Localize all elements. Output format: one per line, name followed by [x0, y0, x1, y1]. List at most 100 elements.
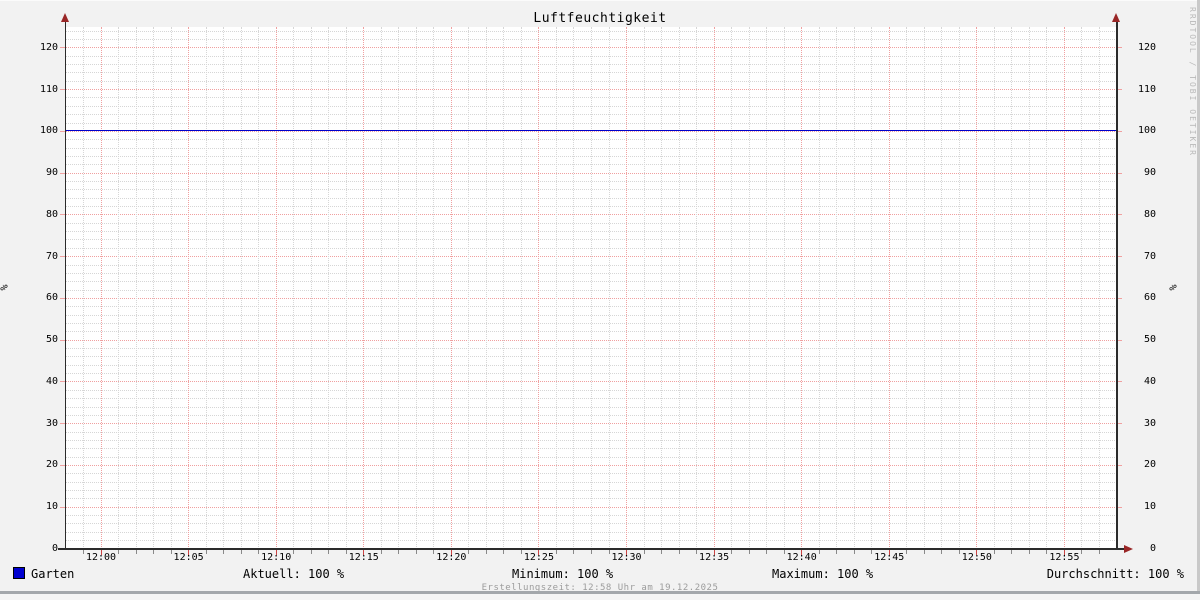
grid-line-minor-v	[958, 27, 960, 549]
grid-line-minor-v	[485, 27, 487, 549]
grid-line-minor-v	[941, 27, 943, 549]
y-axis-tick-right	[1117, 47, 1122, 49]
y-axis-tick-left	[60, 214, 65, 216]
grid-line-minor-v	[520, 27, 522, 549]
y-axis-tick-left	[60, 339, 65, 341]
y-axis-tick-label-left: 70	[45, 250, 58, 262]
x-axis-tick-label: 12:10	[261, 552, 292, 563]
y-axis-tick-label-right: 40	[1143, 375, 1156, 387]
y-axis-tick-right	[1117, 423, 1122, 425]
grid-line-major-v	[363, 27, 365, 549]
x-axis-tick-label: 12:30	[611, 552, 642, 563]
grid-line-minor-v	[1046, 27, 1048, 549]
grid-line-minor-v	[1081, 27, 1083, 549]
rrdtool-watermark: RRDTOOL / TOBI OETIKER	[1188, 7, 1197, 157]
grid-line-minor-v	[293, 27, 295, 549]
y-axis-tick-left	[60, 172, 65, 174]
y-axis-tick-left	[60, 89, 65, 91]
grid-line-minor-v	[240, 27, 242, 549]
y-axis-arrow-right-icon	[1112, 13, 1121, 22]
x-axis-tick-minor	[310, 549, 312, 554]
y-axis-tick-label-right: 50	[1143, 334, 1156, 346]
y-axis-arrow-left-icon	[60, 13, 69, 22]
y-axis-left	[64, 21, 66, 550]
x-axis-tick-minor	[1011, 549, 1013, 554]
grid-line-minor-v	[871, 27, 873, 549]
grid-line-minor-v	[380, 27, 382, 549]
y-axis-tick-right	[1117, 381, 1122, 383]
x-axis-tick-minor	[591, 549, 592, 554]
y-axis-tick-right	[1117, 172, 1122, 174]
image-bevel-top	[0, 0, 1200, 1]
x-axis-tick-label: 12:35	[699, 552, 730, 563]
x-axis-tick-label: 12:05	[173, 552, 204, 563]
x-axis-tick-label: 12:25	[523, 552, 554, 563]
y-axis-tick-label-left: 30	[45, 417, 58, 429]
grid-line-minor-v	[836, 27, 838, 549]
y-axis-tick-label-right: 120	[1137, 41, 1156, 53]
grid-line-minor-v	[170, 27, 172, 549]
grid-line-major-v	[450, 27, 452, 549]
y-axis-tick-label-left: 120	[39, 41, 58, 53]
y-axis-tick-left	[60, 506, 65, 508]
grid-line-minor-v	[1098, 27, 1100, 549]
x-axis-tick-minor	[1098, 549, 1100, 554]
y-axis-tick-right	[1117, 297, 1122, 299]
grid-line-minor-v	[1011, 27, 1013, 549]
y-axis-tick-left	[60, 130, 65, 132]
y-axis-tick-label-right: 20	[1143, 459, 1156, 471]
x-axis-tick-label: 12:00	[85, 552, 117, 563]
y-axis-tick-label-right: 80	[1143, 208, 1156, 220]
grid-line-minor-v	[643, 27, 645, 549]
grid-line-minor-v	[608, 27, 610, 549]
y-axis-tick-label-right: 0	[1149, 543, 1156, 554]
grid-line-minor-v	[591, 27, 592, 549]
grid-line-minor-v	[661, 27, 663, 549]
y-axis-tick-left	[60, 256, 65, 258]
stat-durchschnitt: Durchschnitt: 100 %	[1046, 567, 1184, 581]
grid-line-minor-v	[118, 27, 120, 549]
grid-line-major-v	[1063, 27, 1065, 549]
x-axis-tick-label: 12:15	[348, 552, 379, 563]
grid-line-major-v	[626, 27, 628, 549]
grid-line-minor-v	[153, 27, 155, 549]
y-axis-tick-right	[1117, 339, 1122, 341]
grid-line-minor-v	[503, 27, 505, 549]
grid-line-minor-v	[555, 27, 557, 549]
x-axis-tick-minor	[766, 549, 768, 554]
grid-line-minor-v	[748, 27, 750, 549]
x-axis-tick-label: 12:45	[874, 552, 905, 563]
stat-minimum: Minimum: 100 %	[512, 567, 614, 581]
y-axis-tick-label-left: 40	[45, 375, 58, 387]
y-axis-tick-label-left: 10	[45, 501, 58, 513]
y-axis-tick-left	[60, 297, 65, 299]
grid-line-major-v	[713, 27, 715, 549]
x-axis-tick-minor	[415, 549, 417, 554]
x-axis-tick-label: 12:20	[436, 552, 467, 563]
y-axis-tick-right	[1117, 506, 1122, 508]
y-axis-tick-label-left: 20	[45, 459, 58, 471]
x-axis-tick-label: 12:55	[1049, 552, 1080, 563]
x-axis-tick-minor	[678, 549, 680, 554]
legend-color-swatch	[13, 567, 25, 579]
series-line-garten	[66, 130, 1117, 132]
grid-line-minor-v	[415, 27, 417, 549]
y-axis-unit-label-right: %	[1168, 284, 1180, 291]
grid-line-minor-v	[993, 27, 995, 549]
x-axis	[58, 548, 1126, 550]
grid-line-minor-v	[398, 27, 400, 549]
grid-line-minor-v	[678, 27, 680, 549]
y-axis-tick-label-right: 100	[1137, 125, 1156, 137]
grid-line-major-v	[801, 27, 803, 549]
y-axis-right	[1116, 21, 1118, 550]
x-axis-tick-minor	[328, 549, 330, 554]
grid-line-major-v	[538, 27, 540, 549]
x-axis-tick-label: 12:50	[961, 552, 992, 563]
grid-line-minor-v	[783, 27, 785, 549]
y-axis-tick-label-left: 90	[45, 167, 58, 179]
y-axis-tick-right	[1117, 256, 1122, 258]
y-axis-tick-label-right: 10	[1143, 501, 1156, 513]
y-axis-tick-left	[60, 464, 65, 466]
grid-line-minor-v	[345, 27, 347, 549]
y-axis-tick-left	[60, 423, 65, 425]
